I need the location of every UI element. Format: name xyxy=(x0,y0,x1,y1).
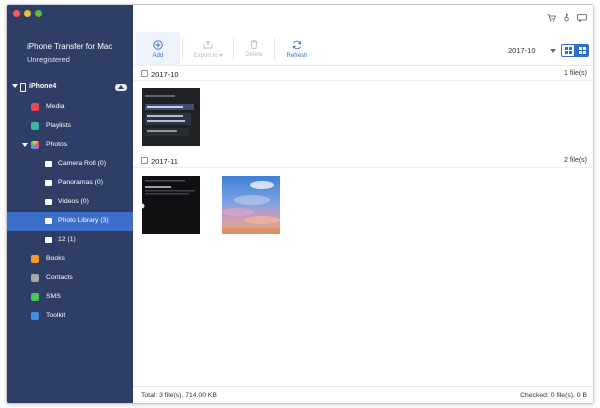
app-window: iPhone Transfer for Mac Unregistered iPh… xyxy=(6,4,594,404)
sidebar-item-label: Photos xyxy=(46,141,68,148)
registration-status: Unregistered xyxy=(27,55,70,64)
sidebar-item-sms[interactable]: SMS xyxy=(7,288,133,307)
main-panel: Add Export to ▾ Delete Refresh 2017-10 2… xyxy=(133,5,593,403)
expand-caret-icon[interactable] xyxy=(22,143,28,147)
window-controls xyxy=(13,10,42,17)
sidebar-item-media[interactable]: Media xyxy=(7,98,133,117)
title-bar xyxy=(133,5,593,33)
sidebar-item-label: Media xyxy=(46,103,65,110)
sidebar-item-label: SMS xyxy=(46,293,61,300)
date-group-header: 2017-11 2 file(s) xyxy=(133,155,593,168)
list-view-icon xyxy=(564,47,572,54)
screenshot-thumbnail-image xyxy=(142,88,200,146)
sms-icon xyxy=(31,293,39,301)
group-date: 2017-11 xyxy=(151,157,178,166)
grid-view-icon xyxy=(578,47,586,54)
contacts-icon xyxy=(31,274,39,282)
sidebar-item-panoramas[interactable]: Panoramas (0) xyxy=(7,174,133,193)
sidebar-item-label: Toolkit xyxy=(46,312,66,319)
group-date: 2017-10 xyxy=(151,70,179,79)
add-button[interactable]: Add xyxy=(136,32,180,66)
sidebar-item-photos[interactable]: Photos xyxy=(7,136,133,155)
checked-files-status: Checked: 0 file(s), 0 B xyxy=(520,392,587,399)
cart-icon[interactable] xyxy=(547,13,556,22)
date-filter-select[interactable]: 2017-10 xyxy=(506,45,558,57)
list-view-button[interactable] xyxy=(561,44,575,57)
add-label: Add xyxy=(152,52,164,59)
chevron-down-icon xyxy=(550,49,556,53)
export-icon xyxy=(203,39,213,48)
sidebar: iPhone Transfer for Mac Unregistered iPh… xyxy=(7,5,133,403)
key-icon[interactable] xyxy=(563,13,570,22)
close-window-button[interactable] xyxy=(13,10,20,17)
sidebar-item-camera-roll[interactable]: Camera Roll (0) xyxy=(7,155,133,174)
playlist-icon xyxy=(31,122,39,130)
sidebar-item-videos[interactable]: Videos (0) xyxy=(7,193,133,212)
toolbar-divider xyxy=(274,38,275,60)
camera-icon xyxy=(45,218,52,224)
camera-icon xyxy=(45,237,52,243)
camera-icon xyxy=(45,180,52,186)
status-bar: Total: 3 file(s), 714.00 KB Checked: 0 f… xyxy=(133,386,593,403)
view-toggle xyxy=(561,44,589,57)
toolkit-icon xyxy=(31,312,39,320)
refresh-label: Refresh xyxy=(286,52,308,59)
total-files-status: Total: 3 file(s), 714.00 KB xyxy=(141,392,217,399)
delete-label: Delete xyxy=(245,52,263,58)
sidebar-item-contacts[interactable]: Contacts xyxy=(7,269,133,288)
photo-thumbnail[interactable] xyxy=(142,176,200,234)
date-filter-value: 2017-10 xyxy=(508,46,536,55)
delete-button[interactable]: Delete xyxy=(235,32,273,66)
books-icon xyxy=(31,255,39,263)
grid-view-button[interactable] xyxy=(575,44,589,57)
refresh-icon xyxy=(292,40,302,49)
zoom-window-button[interactable] xyxy=(35,10,42,17)
sidebar-item-label: Books xyxy=(46,255,65,262)
media-icon xyxy=(31,103,39,111)
sidebar-item-photo-library[interactable]: Photo Library (3) xyxy=(7,212,133,231)
sidebar-item-label: Playlists xyxy=(46,122,71,129)
feedback-icon[interactable] xyxy=(577,13,587,22)
group-file-count: 2 file(s) xyxy=(564,157,587,164)
device-name: iPhone4 xyxy=(29,83,57,90)
photo-thumbnail[interactable] xyxy=(222,176,280,234)
group-file-count: 1 file(s) xyxy=(564,70,587,77)
eject-icon[interactable] xyxy=(115,84,127,91)
photos-icon xyxy=(31,141,39,149)
minimize-window-button[interactable] xyxy=(24,10,31,17)
sidebar-item-playlists[interactable]: Playlists xyxy=(7,117,133,136)
photo-thumbnail[interactable] xyxy=(142,88,200,146)
collapse-caret-icon[interactable] xyxy=(12,84,18,88)
iphone-icon xyxy=(20,83,26,92)
toolbar-divider xyxy=(182,38,183,60)
sidebar-item-books[interactable]: Books xyxy=(7,250,133,269)
sidebar-item-label: 12 (1) xyxy=(58,236,76,243)
add-icon xyxy=(153,39,163,50)
camera-icon xyxy=(45,199,52,205)
sky-photo-image xyxy=(222,176,280,234)
toolbar-divider xyxy=(233,38,234,60)
screenshot-thumbnail-image xyxy=(142,176,200,234)
export-button[interactable]: Export to ▾ xyxy=(185,32,231,66)
sidebar-item-label: Panoramas (0) xyxy=(58,179,103,186)
sidebar-item-label: Contacts xyxy=(46,274,73,281)
sidebar-item-label: Videos (0) xyxy=(58,198,89,205)
top-icons xyxy=(547,13,587,22)
group-checkbox[interactable] xyxy=(141,70,148,77)
refresh-button[interactable]: Refresh xyxy=(277,32,317,66)
sidebar-item-label: Camera Roll (0) xyxy=(58,160,106,167)
sidebar-item-label: Photo Library (3) xyxy=(58,217,109,224)
app-title: iPhone Transfer for Mac xyxy=(27,42,113,51)
trash-icon xyxy=(250,40,258,49)
date-group-header: 2017-10 1 file(s) xyxy=(133,68,593,81)
sidebar-item-album-12[interactable]: 12 (1) xyxy=(7,231,133,250)
camera-icon xyxy=(45,161,52,167)
sidebar-item-toolkit[interactable]: Toolkit xyxy=(7,307,133,326)
group-checkbox[interactable] xyxy=(141,157,148,164)
export-label: Export to ▾ xyxy=(193,52,223,59)
device-item[interactable]: iPhone4 xyxy=(7,81,133,95)
